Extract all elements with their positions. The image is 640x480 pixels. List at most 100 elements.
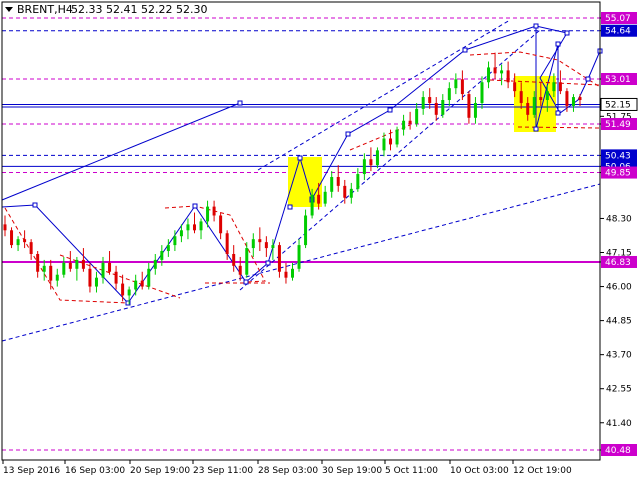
candle-body-81 [532, 97, 536, 115]
candle-body-61 [402, 120, 406, 130]
wave-point-8 [387, 107, 393, 113]
candle-body-33 [219, 215, 223, 234]
current-price-label: 52.15 [605, 100, 631, 110]
candle-body-30 [199, 221, 203, 231]
axes [1, 1, 601, 461]
price-chart[interactable]: 51.7548.3047.1546.0044.8543.7042.5541.40… [0, 0, 640, 480]
candle-body-72 [473, 102, 477, 118]
wave-point-10 [533, 23, 539, 29]
candle-body-57 [375, 150, 379, 166]
y-tick-label-9: 48.30 [606, 214, 632, 224]
x-tick-label-7: 10 Oct 03:00 [450, 466, 509, 476]
candle-body-54 [356, 174, 360, 189]
level-label-8: 46.83 [605, 258, 631, 268]
wave-point-14 [533, 126, 539, 132]
wave-point-15 [585, 76, 591, 82]
candle-body-32 [212, 206, 216, 216]
x-tick-label-6: 5 Oct 11:00 [385, 466, 438, 476]
candle-body-19 [127, 289, 131, 296]
candle-body-26 [173, 236, 177, 246]
wave-point-9 [462, 47, 468, 53]
analysis-lines [1, 19, 603, 342]
candle-body-9 [62, 262, 66, 275]
x-tick-label-0: 13 Sep 2016 [3, 466, 60, 476]
candle-body-29 [192, 224, 196, 231]
candle-body-85 [558, 82, 562, 92]
candle-body-47 [310, 194, 314, 216]
level-label-4: 51.49 [605, 120, 631, 130]
y-tick-label-16: 41.40 [606, 419, 632, 429]
level-label-7: 49.85 [605, 169, 631, 179]
x-tick-label-3: 23 Sep 11:00 [193, 466, 253, 476]
candle-body-63 [415, 108, 419, 124]
candle-body-80 [526, 102, 530, 115]
level-label-1: 54.64 [605, 27, 631, 37]
candle-body-28 [186, 224, 190, 231]
candle-body-1 [10, 230, 14, 246]
candle-body-7 [49, 265, 53, 281]
ohlc-values: 52.33 52.41 52.22 52.30 [71, 3, 207, 16]
candle-body-75 [493, 67, 497, 74]
wave-point-2 [192, 203, 198, 209]
candle-body-73 [480, 82, 484, 103]
candle-body-35 [232, 253, 236, 266]
candle-body-24 [160, 251, 164, 260]
candle-body-22 [147, 268, 151, 287]
candle-body-59 [389, 138, 393, 145]
candle-body-31 [206, 206, 210, 222]
candle-body-37 [245, 248, 249, 275]
price-levels [2, 17, 600, 451]
x-tick-label-1: 16 Sep 03:00 [65, 466, 125, 476]
candle-body-82 [539, 97, 543, 101]
red-dash-5 [349, 124, 411, 151]
candle-body-56 [369, 159, 373, 166]
plot-frame [1, 1, 601, 461]
candle-body-27 [179, 230, 183, 237]
x-axis-ticks: 13 Sep 2016 16 Sep 03:00 20 Sep 19:00 23 Se… [2, 460, 572, 476]
y-tick-label-13: 44.85 [606, 317, 632, 327]
candle-body-42 [277, 245, 281, 272]
candle-body-88 [578, 97, 582, 101]
candle-body-11 [75, 259, 79, 269]
level-label-5: 50.43 [605, 151, 631, 161]
wave-point-11 [564, 30, 570, 36]
wave-point-17 [237, 100, 243, 106]
candle-body-66 [434, 102, 438, 115]
candle-body-55 [362, 159, 366, 175]
candle-body-6 [42, 265, 46, 272]
candle-body-62 [408, 120, 412, 124]
candle-body-84 [552, 82, 556, 92]
candle-body-8 [55, 274, 59, 281]
candle-body-43 [284, 271, 288, 278]
candle-body-69 [454, 79, 458, 89]
wave-point-7 [345, 131, 351, 137]
candle-body-67 [441, 100, 445, 115]
candle-body-21 [140, 280, 144, 287]
candle-body-13 [88, 268, 92, 287]
candle-body-14 [94, 277, 98, 287]
candle-body-38 [251, 239, 255, 249]
candle-body-71 [467, 94, 471, 118]
candle-body-5 [36, 253, 40, 272]
candle-body-45 [297, 245, 301, 269]
candle-body-15 [101, 262, 105, 278]
level-label-2: 53.01 [605, 75, 631, 85]
candle-body-77 [506, 70, 510, 83]
candle-body-40 [264, 242, 268, 249]
candle-body-46 [304, 215, 308, 246]
candle-body-53 [349, 188, 353, 198]
y-tick-label-15: 42.55 [606, 385, 632, 395]
level-label-9: 40.48 [605, 446, 631, 456]
candle-body-49 [323, 191, 327, 204]
candle-body-16 [108, 262, 112, 272]
wave-point-13 [555, 110, 561, 116]
candle-body-78 [513, 82, 517, 92]
candle-body-39 [258, 239, 262, 243]
candle-body-48 [317, 194, 321, 204]
dropdown-arrow-icon[interactable] [5, 7, 13, 12]
candle-body-65 [428, 97, 432, 103]
candle-body-83 [545, 91, 549, 101]
candle-body-51 [336, 177, 340, 186]
wave-point-3 [243, 279, 249, 285]
wave-point-5 [297, 155, 303, 161]
